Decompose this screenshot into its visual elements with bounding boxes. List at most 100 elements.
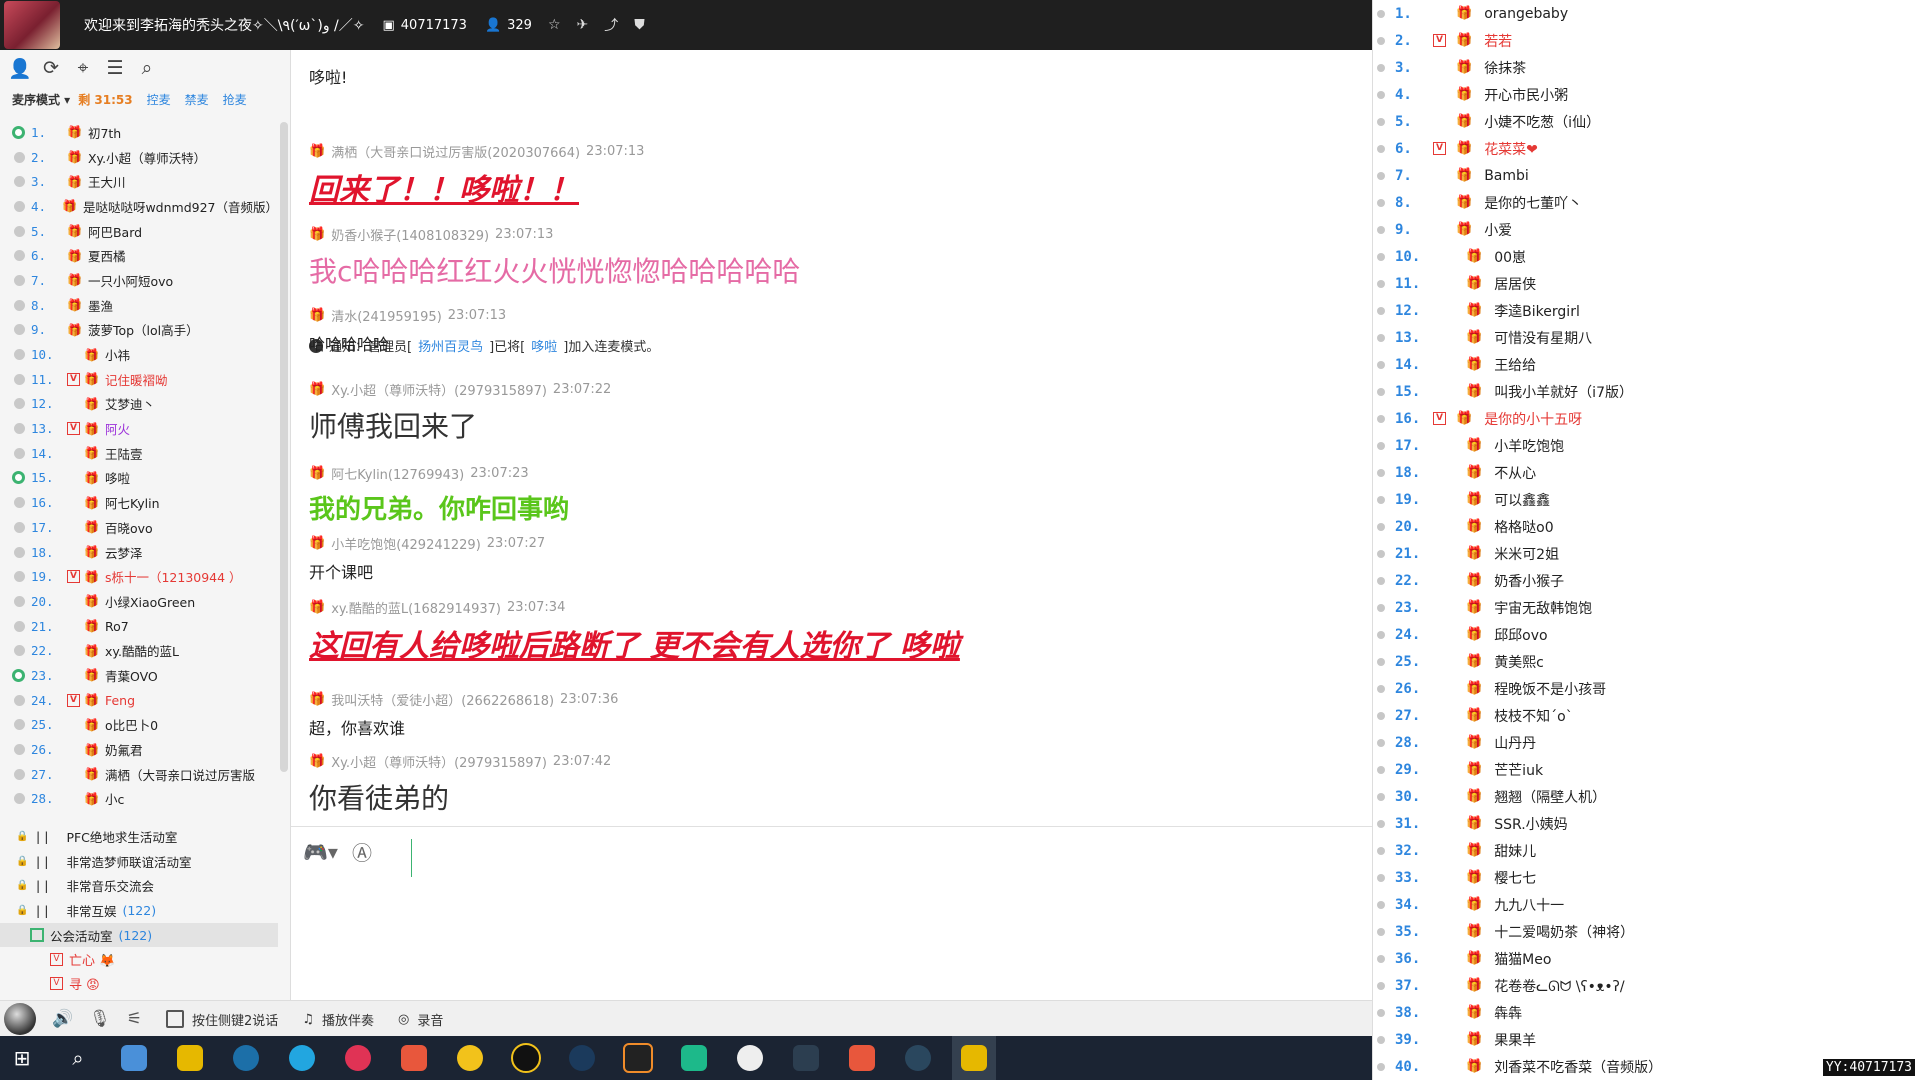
microphone-icon[interactable]: 🎙 <box>89 1009 111 1029</box>
mic-list-scrollbar[interactable] <box>280 122 288 772</box>
taskbar-app[interactable] <box>560 1036 604 1080</box>
plane-icon[interactable]: ✈ <box>577 17 589 33</box>
chat-input-area[interactable]: 🎮▾ Ⓐ <box>291 826 1372 1001</box>
taskbar-app[interactable] <box>784 1036 828 1080</box>
target-link[interactable]: 哆啦 <box>531 336 557 355</box>
my-avatar[interactable] <box>4 1003 36 1035</box>
text-style-icon[interactable]: Ⓐ <box>352 837 372 866</box>
mic-queue-item[interactable]: 2. 🎁 Xy.小超（尊师沃特） <box>0 145 278 170</box>
member-list-item[interactable]: 13. 🎁 可惜没有星期八 <box>1373 324 1920 351</box>
mic-queue-item[interactable]: 12. 🎁 艾梦迪丶 <box>0 392 278 417</box>
channel-item[interactable]: 🔒 || 非常音乐交流会 <box>0 873 278 898</box>
mic-queue-item[interactable]: 13. V 🎁 阿火 <box>0 416 278 441</box>
member-list-item[interactable]: 29. 🎁 芒芒iuk <box>1373 756 1920 783</box>
ban-mic-link[interactable]: 禁麦 <box>185 91 209 108</box>
channel-item[interactable]: 🔒 || 非常互娱 (122) <box>0 898 278 923</box>
sender-name[interactable]: 奶香小猴子(1408108329) <box>331 225 489 244</box>
member-list-item[interactable]: 31. 🎁 SSR.小姨妈 <box>1373 810 1920 837</box>
member-list-item[interactable]: 9. 🎁 小爱 <box>1373 216 1920 243</box>
mic-queue-item[interactable]: 14. 🎁 王陆壹 <box>0 441 278 466</box>
member-list-item[interactable]: 3. 🎁 徐抹茶 <box>1373 54 1920 81</box>
mic-queue-item[interactable]: 11. V 🎁 记住暖褶呦 <box>0 367 278 392</box>
room-avatar[interactable] <box>4 1 60 49</box>
taskbar-app[interactable] <box>840 1036 884 1080</box>
member-list-item[interactable]: 36. 🎁 猫猫Meo <box>1373 945 1920 972</box>
shield-icon[interactable]: ⛊ <box>634 17 645 33</box>
sender-name[interactable]: 清水(241959195) <box>331 306 442 325</box>
member-list-item[interactable]: 5. 🎁 小婕不吃葱（i仙） <box>1373 108 1920 135</box>
push-to-talk-toggle[interactable]: 按住侧键2说话 <box>166 1010 278 1029</box>
favorite-icon[interactable]: ☆ <box>548 17 561 33</box>
taskbar-app[interactable] <box>392 1036 436 1080</box>
member-list-item[interactable]: 12. 🎁 李逵Bikergirl <box>1373 297 1920 324</box>
member-list-item[interactable]: 7. 🎁 Bambi <box>1373 162 1920 189</box>
location-icon[interactable]: ⌖ <box>72 57 94 79</box>
mic-queue-item[interactable]: 20. 🎁 小绿XiaoGreen <box>0 589 278 614</box>
member-list-item[interactable]: 18. 🎁 不从心 <box>1373 459 1920 486</box>
sub-channel-user[interactable]: V 亡心 🦊 <box>0 947 278 971</box>
member-list-item[interactable]: 34. 🎁 九九八十一 <box>1373 891 1920 918</box>
member-list-item[interactable]: 14. 🎁 王给给 <box>1373 351 1920 378</box>
member-list-item[interactable]: 19. 🎁 可以鑫鑫 <box>1373 486 1920 513</box>
mic-queue-item[interactable]: 16. 🎁 阿七Kylin <box>0 490 278 515</box>
sender-name[interactable]: Xy.小超（尊师沃特）(2979315897) <box>331 752 547 771</box>
member-list-item[interactable]: 20. 🎁 格格哒o0 <box>1373 513 1920 540</box>
mic-queue-item[interactable]: 26. 🎁 奶氟君 <box>0 737 278 762</box>
taskbar-search[interactable]: ⌕ <box>56 1036 100 1080</box>
mic-queue-item[interactable]: 17. 🎁 百晓ovo <box>0 515 278 540</box>
mic-queue-item[interactable]: 6. 🎁 夏西橘 <box>0 243 278 268</box>
list-icon[interactable]: ☰ <box>104 57 126 79</box>
member-list-item[interactable]: 30. 🎁 翘翘（隔壁人机） <box>1373 783 1920 810</box>
mic-mode-select[interactable]: 麦序模式 ▾ <box>12 91 70 108</box>
taskbar-app[interactable] <box>728 1036 772 1080</box>
mic-queue-item[interactable]: 25. 🎁 o比巴卜0 <box>0 713 278 738</box>
taskbar-app[interactable] <box>280 1036 324 1080</box>
emoji-icon[interactable]: 🎮▾ <box>303 840 338 864</box>
mic-queue-item[interactable]: 15. 🎁 哆啦 <box>0 466 278 491</box>
mic-queue-item[interactable]: 9. 🎁 菠萝Top（lol高手） <box>0 318 278 343</box>
speaker-icon[interactable]: 🔊 <box>52 1009 73 1029</box>
member-list-item[interactable]: 23. 🎁 宇宙无敌韩饱饱 <box>1373 594 1920 621</box>
taskbar-app[interactable] <box>896 1036 940 1080</box>
mic-queue-item[interactable]: 28. 🎁 小c <box>0 787 278 812</box>
sender-name[interactable]: 小羊吃饱饱(429241229) <box>331 534 481 553</box>
member-list-item[interactable]: 2. V 🎁 若若 <box>1373 27 1920 54</box>
share-icon[interactable]: ⤴ <box>604 15 618 35</box>
channel-item-active[interactable]: 公会活动室 (122) <box>0 922 278 948</box>
member-list-item[interactable]: 26. 🎁 程晚饭不是小孩哥 <box>1373 675 1920 702</box>
member-list-item[interactable]: 37. 🎁 花卷卷ᓚᘏᗢ \ʕ•ᴥ•ʔ/ <box>1373 972 1920 999</box>
grab-mic-link[interactable]: 抢麦 <box>223 91 247 108</box>
taskbar-app[interactable] <box>112 1036 156 1080</box>
mic-queue-item[interactable]: 1. 🎁 初7th <box>0 120 278 145</box>
mixer-icon[interactable]: ⚟ <box>127 1009 142 1029</box>
sender-name[interactable]: Xy.小超（尊师沃特）(2979315897) <box>331 380 547 399</box>
member-list-item[interactable]: 4. 🎁 开心市民小粥 <box>1373 81 1920 108</box>
search-icon[interactable]: ⌕ <box>136 57 158 79</box>
sender-name[interactable]: xy.酷酷的蓝L(1682914937) <box>331 598 501 617</box>
member-list-item[interactable]: 17. 🎁 小羊吃饱饱 <box>1373 432 1920 459</box>
taskbar-app[interactable] <box>504 1036 548 1080</box>
mic-queue-item[interactable]: 19. V 🎁 s栎十一（12130944 ） <box>0 564 278 589</box>
taskbar-app[interactable] <box>336 1036 380 1080</box>
taskbar-app-active[interactable] <box>952 1036 996 1080</box>
profile-icon[interactable]: 👤 <box>8 57 32 80</box>
channel-item[interactable]: 🔒 || 非常造梦师联谊活动室 <box>0 849 278 874</box>
taskbar-app[interactable] <box>616 1036 660 1080</box>
member-list-item[interactable]: 35. 🎁 十二爱喝奶茶（神将） <box>1373 918 1920 945</box>
mic-queue-item[interactable]: 24. V 🎁 Feng <box>0 688 278 713</box>
member-list-item[interactable]: 24. 🎁 邱邱ovo <box>1373 621 1920 648</box>
member-list-item[interactable]: 8. 🎁 是你的七董吖丶 <box>1373 189 1920 216</box>
mic-queue-item[interactable]: 7. 🎁 一只小阿短ovo <box>0 268 278 293</box>
member-list-item[interactable]: 11. 🎁 居居侠 <box>1373 270 1920 297</box>
mic-queue-item[interactable]: 18. 🎁 云梦泽 <box>0 540 278 565</box>
mic-queue-item[interactable]: 10. 🎁 小祎 <box>0 342 278 367</box>
sub-channel-user[interactable]: V寻 😡 <box>0 971 278 995</box>
member-list-item[interactable]: 38. 🎁 犇犇 <box>1373 999 1920 1026</box>
refresh-icon[interactable]: ⟳ <box>40 57 62 79</box>
member-list-item[interactable]: 15. 🎁 叫我小羊就好（i7版） <box>1373 378 1920 405</box>
taskbar-app[interactable] <box>448 1036 492 1080</box>
taskbar-app[interactable] <box>224 1036 268 1080</box>
mic-queue-item[interactable]: 21. 🎁 Ro7 <box>0 614 278 639</box>
member-list-item[interactable]: 10. 🎁 00崽 <box>1373 243 1920 270</box>
accompaniment-button[interactable]: ♫ 播放伴奏 <box>302 1010 374 1029</box>
